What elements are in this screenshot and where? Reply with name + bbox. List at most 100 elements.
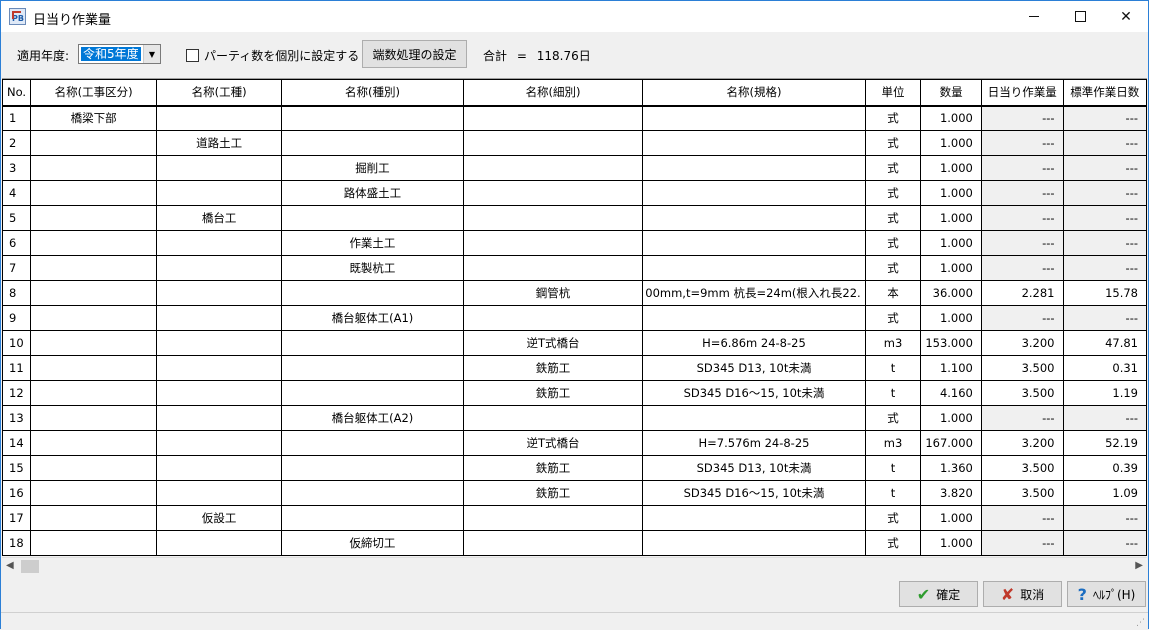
cell-work-division[interactable] [30,205,158,231]
cell-quantity[interactable]: 1.000 [920,505,982,531]
cell-category[interactable]: 橋台躯体工(A2) [281,405,464,431]
cell-unit[interactable]: t [864,480,922,506]
cell-work-division[interactable] [30,130,158,156]
cell-unit[interactable]: 式 [864,505,922,531]
close-button[interactable]: ✕ [1103,1,1149,32]
cell-row-no[interactable]: 17 [2,505,32,531]
table-row[interactable]: 2 道路土工式 1.000 --- --- [2,130,1147,156]
cell-daily-workload[interactable]: --- [980,530,1064,556]
table-row[interactable]: 16 鉄筋工 SD345 D16～15, 10t未満 t 3.820 3.500 1.09 [2,480,1147,506]
cell-subcategory[interactable]: 鋼管杭 [462,280,644,306]
cell-quantity[interactable]: 1.000 [920,105,982,131]
cell-subcategory[interactable]: 鉄筋工 [462,355,644,381]
col-header-category[interactable]: 名称(種別) [281,79,464,107]
col-header-subcategory[interactable]: 名称(細別) [462,79,644,107]
cell-subcategory[interactable]: 逆T式橋台 [462,330,644,356]
cell-standard-days[interactable]: --- [1062,255,1147,281]
cell-spec[interactable] [642,105,866,131]
cell-quantity[interactable]: 1.000 [920,255,982,281]
cell-daily-workload[interactable]: 3.500 [980,355,1064,381]
table-row[interactable]: 17 仮設工式 1.000 --- --- [2,505,1147,531]
cell-quantity[interactable]: 1.360 [920,455,982,481]
cell-spec[interactable] [642,505,866,531]
col-header-standard-days[interactable]: 標準作業日数 [1062,79,1147,107]
cell-unit[interactable]: t [864,455,922,481]
cell-subcategory[interactable] [462,230,644,256]
cell-quantity[interactable]: 1.100 [920,355,982,381]
cell-standard-days[interactable]: 1.19 [1062,380,1147,406]
cell-row-no[interactable]: 13 [2,405,32,431]
cell-quantity[interactable]: 1.000 [920,405,982,431]
cell-category[interactable]: 路体盛土工 [281,180,464,206]
table-row[interactable]: 13 橋台躯体工(A2) 式 1.000 --- --- [2,405,1147,431]
cell-category[interactable]: 作業土工 [281,230,464,256]
cell-work-division[interactable] [30,380,158,406]
cell-row-no[interactable]: 4 [2,180,32,206]
cell-daily-workload[interactable]: --- [980,105,1064,131]
cell-spec[interactable]: H=6.86m 24-8-25 [642,330,866,356]
confirm-button[interactable]: ✔ 確定 [899,581,978,607]
cell-unit[interactable]: 式 [864,180,922,206]
year-select[interactable]: 令和5年度 ▼ [78,44,161,64]
cell-standard-days[interactable]: --- [1062,505,1147,531]
cell-standard-days[interactable]: --- [1062,530,1147,556]
cell-unit[interactable]: 式 [864,255,922,281]
cell-row-no[interactable]: 1 [2,105,32,131]
cell-quantity[interactable]: 36.000 [920,280,982,306]
workload-grid[interactable]: No. 名称(工事区分) 名称(工種) 名称(種別) 名称(細別) 名称(規格)… [2,78,1147,556]
cell-subcategory[interactable] [462,105,644,131]
cell-standard-days[interactable]: --- [1062,205,1147,231]
cell-subcategory[interactable] [462,305,644,331]
cell-category[interactable] [281,505,464,531]
cell-work-type[interactable] [156,480,283,506]
cell-work-type[interactable] [156,405,283,431]
cell-spec[interactable]: SD345 D16～15, 10t未満 [642,480,866,506]
table-row[interactable]: 9 橋台躯体工(A1) 式 1.000 --- --- [2,305,1147,331]
cell-work-division[interactable] [30,505,158,531]
table-row[interactable]: 12 鉄筋工 SD345 D16～15, 10t未満 t 4.160 3.500 1.19 [2,380,1147,406]
cancel-button[interactable]: ✘ 取消 [983,581,1062,607]
scroll-right-icon[interactable]: ▶ [1135,560,1143,571]
cell-spec[interactable]: SD345 D16～15, 10t未満 [642,380,866,406]
cell-work-division[interactable] [30,330,158,356]
cell-daily-workload[interactable]: --- [980,205,1064,231]
cell-unit[interactable]: 式 [864,105,922,131]
cell-daily-workload[interactable]: --- [980,155,1064,181]
table-row[interactable]: 7 既製杭工式 1.000 --- --- [2,255,1147,281]
col-header-no[interactable]: No. [2,79,32,107]
cell-row-no[interactable]: 12 [2,380,32,406]
resize-grip-icon[interactable]: ⋰ [1136,618,1145,628]
chevron-down-icon[interactable]: ▼ [143,45,160,63]
cell-unit[interactable]: 式 [864,130,922,156]
cell-work-type[interactable] [156,355,283,381]
cell-standard-days[interactable]: 52.19 [1062,430,1147,456]
cell-category[interactable] [281,455,464,481]
table-row[interactable]: 4 路体盛土工式 1.000 --- --- [2,180,1147,206]
cell-work-type[interactable] [156,430,283,456]
table-row[interactable]: 14 逆T式橋台 H=7.576m 24-8-25 m3 167.000 3.200 52.… [2,430,1147,456]
cell-daily-workload[interactable]: 3.500 [980,455,1064,481]
cell-subcategory[interactable] [462,180,644,206]
minimize-button[interactable] [1011,1,1057,32]
cell-standard-days[interactable]: --- [1062,305,1147,331]
cell-work-type[interactable] [156,530,283,556]
table-row[interactable]: 6 作業土工式 1.000 --- --- [2,230,1147,256]
cell-category[interactable]: 掘削工 [281,155,464,181]
cell-subcategory[interactable]: 鉄筋工 [462,455,644,481]
cell-work-division[interactable] [30,430,158,456]
cell-row-no[interactable]: 7 [2,255,32,281]
help-button[interactable]: ? ﾍﾙﾌﾟ(H) [1067,581,1146,607]
cell-row-no[interactable]: 16 [2,480,32,506]
cell-row-no[interactable]: 3 [2,155,32,181]
col-header-work-division[interactable]: 名称(工事区分) [30,79,158,107]
cell-standard-days[interactable]: 1.09 [1062,480,1147,506]
cell-work-type[interactable] [156,105,283,131]
cell-spec[interactable] [642,530,866,556]
cell-subcategory[interactable] [462,405,644,431]
cell-work-division[interactable] [30,180,158,206]
cell-daily-workload[interactable]: --- [980,405,1064,431]
cell-standard-days[interactable]: --- [1062,105,1147,131]
cell-quantity[interactable]: 1.000 [920,155,982,181]
cell-work-type[interactable]: 橋台工 [156,205,283,231]
cell-work-type[interactable]: 仮設工 [156,505,283,531]
